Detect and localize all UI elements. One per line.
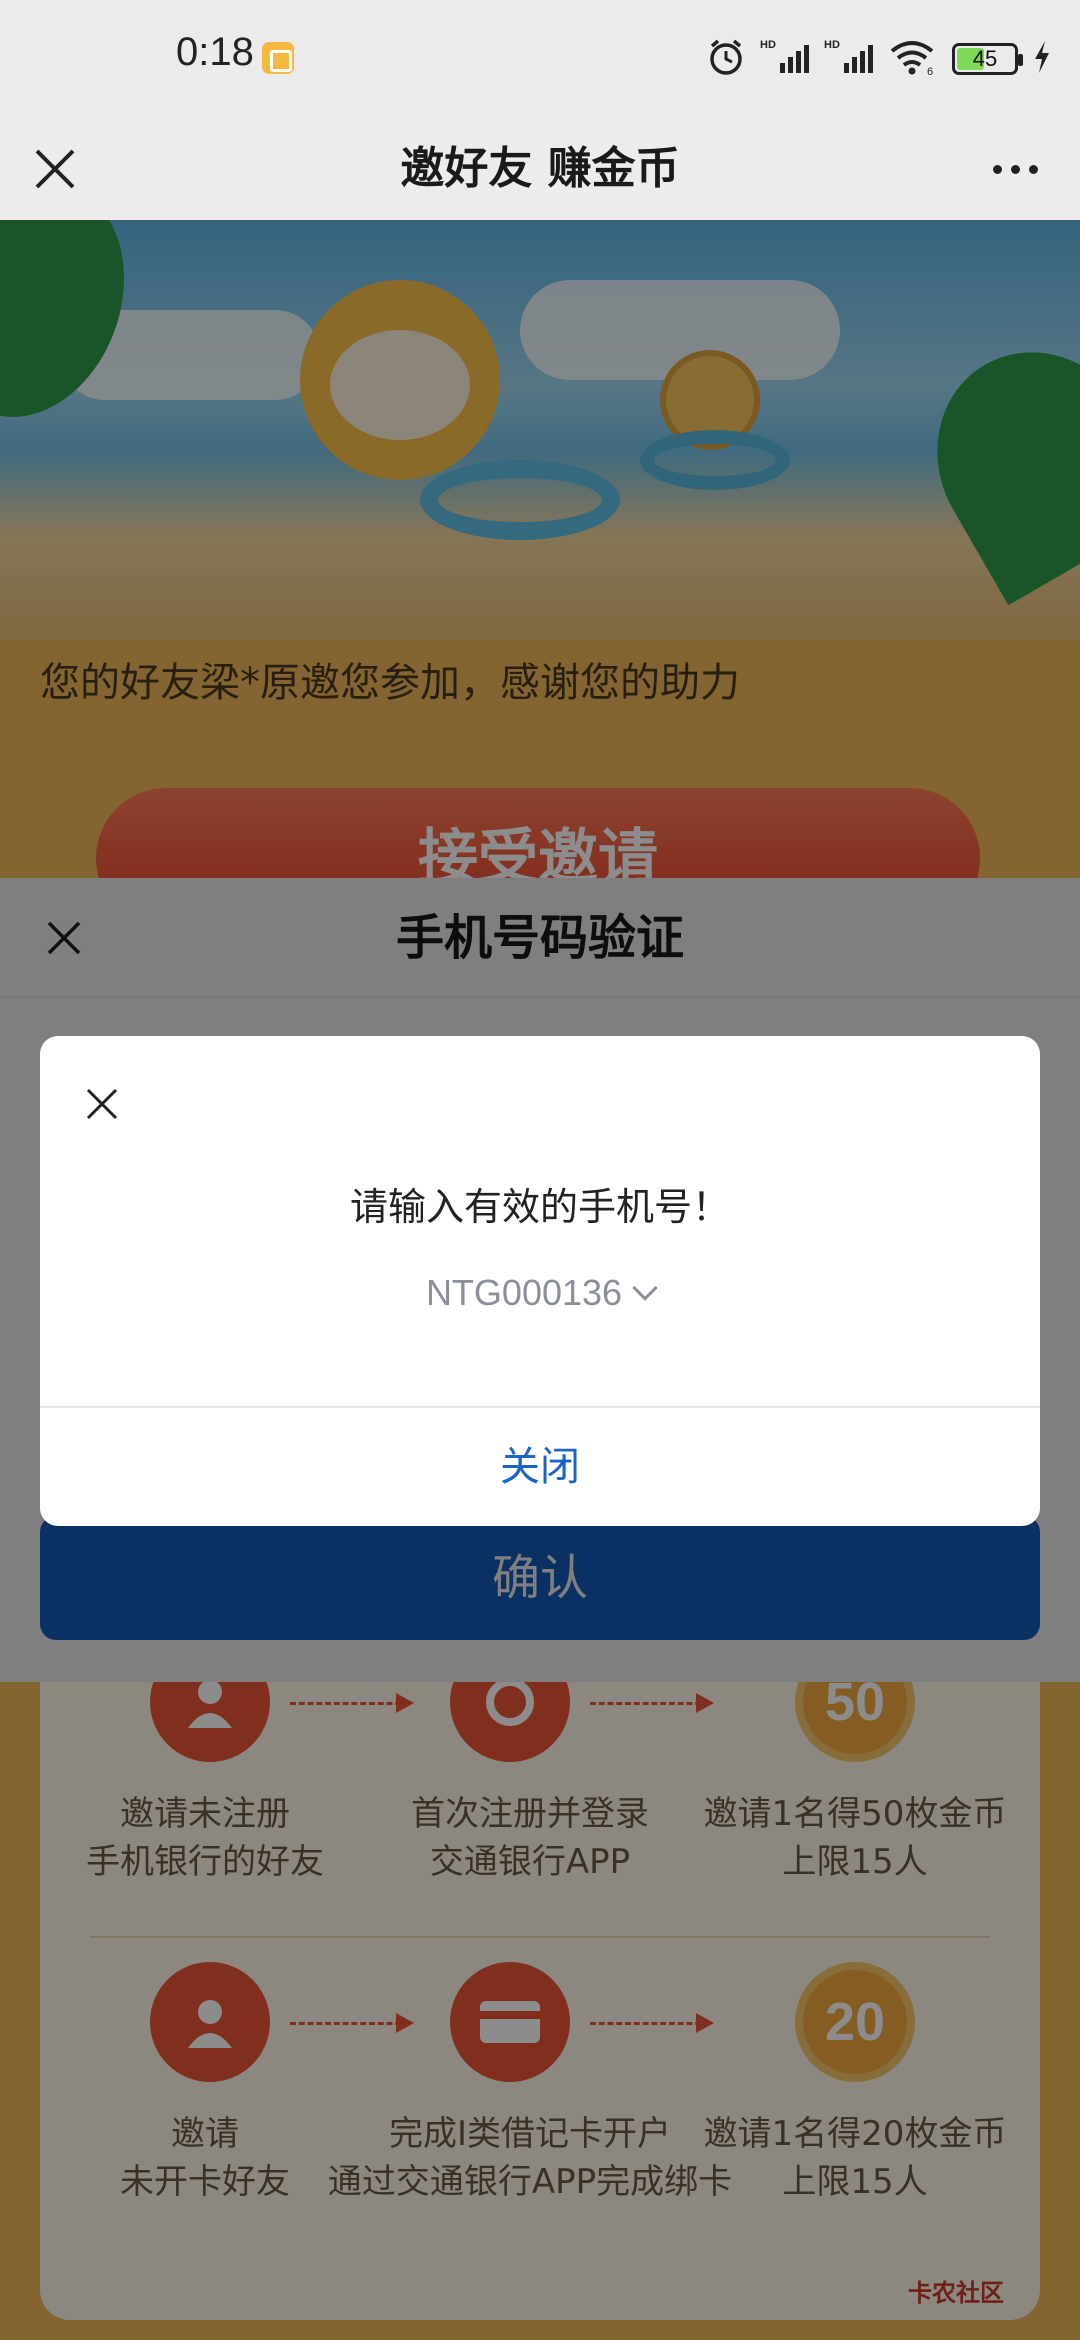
- error-code[interactable]: NTG000136: [40, 1272, 1040, 1314]
- battery-icon: 45: [952, 43, 1023, 75]
- status-time: 0:18: [176, 30, 254, 74]
- close-button[interactable]: 关闭: [40, 1408, 1040, 1526]
- signal-icon: HD: [760, 37, 810, 81]
- error-code-text: NTG000136: [425, 1272, 623, 1313]
- page-title: 邀好友 赚金币: [400, 143, 680, 194]
- title-bar: 邀好友 赚金币: [0, 118, 1080, 220]
- app-notification-icon: [262, 42, 294, 74]
- wifi-badge: 6: [927, 66, 933, 77]
- wifi-icon: 6: [888, 37, 938, 81]
- charging-icon: [1032, 39, 1052, 79]
- signal-icon: HD: [824, 37, 874, 81]
- dialog-message: 请输入有效的手机号！: [349, 1185, 730, 1229]
- chevron-down-icon: [632, 1275, 658, 1301]
- alarm-icon: [706, 37, 746, 81]
- status-bar: 0:18 HD HD 6 45: [0, 0, 1080, 118]
- network-label-1: HD: [760, 39, 776, 51]
- status-icons: HD HD 6 45: [706, 36, 1052, 82]
- battery-level: 45: [972, 46, 998, 71]
- close-icon[interactable]: [74, 1076, 130, 1132]
- alert-dialog: 请输入有效的手机号！ NTG000136 关闭: [40, 1036, 1040, 1526]
- network-label-2: HD: [824, 39, 840, 51]
- more-icon[interactable]: [980, 126, 1050, 212]
